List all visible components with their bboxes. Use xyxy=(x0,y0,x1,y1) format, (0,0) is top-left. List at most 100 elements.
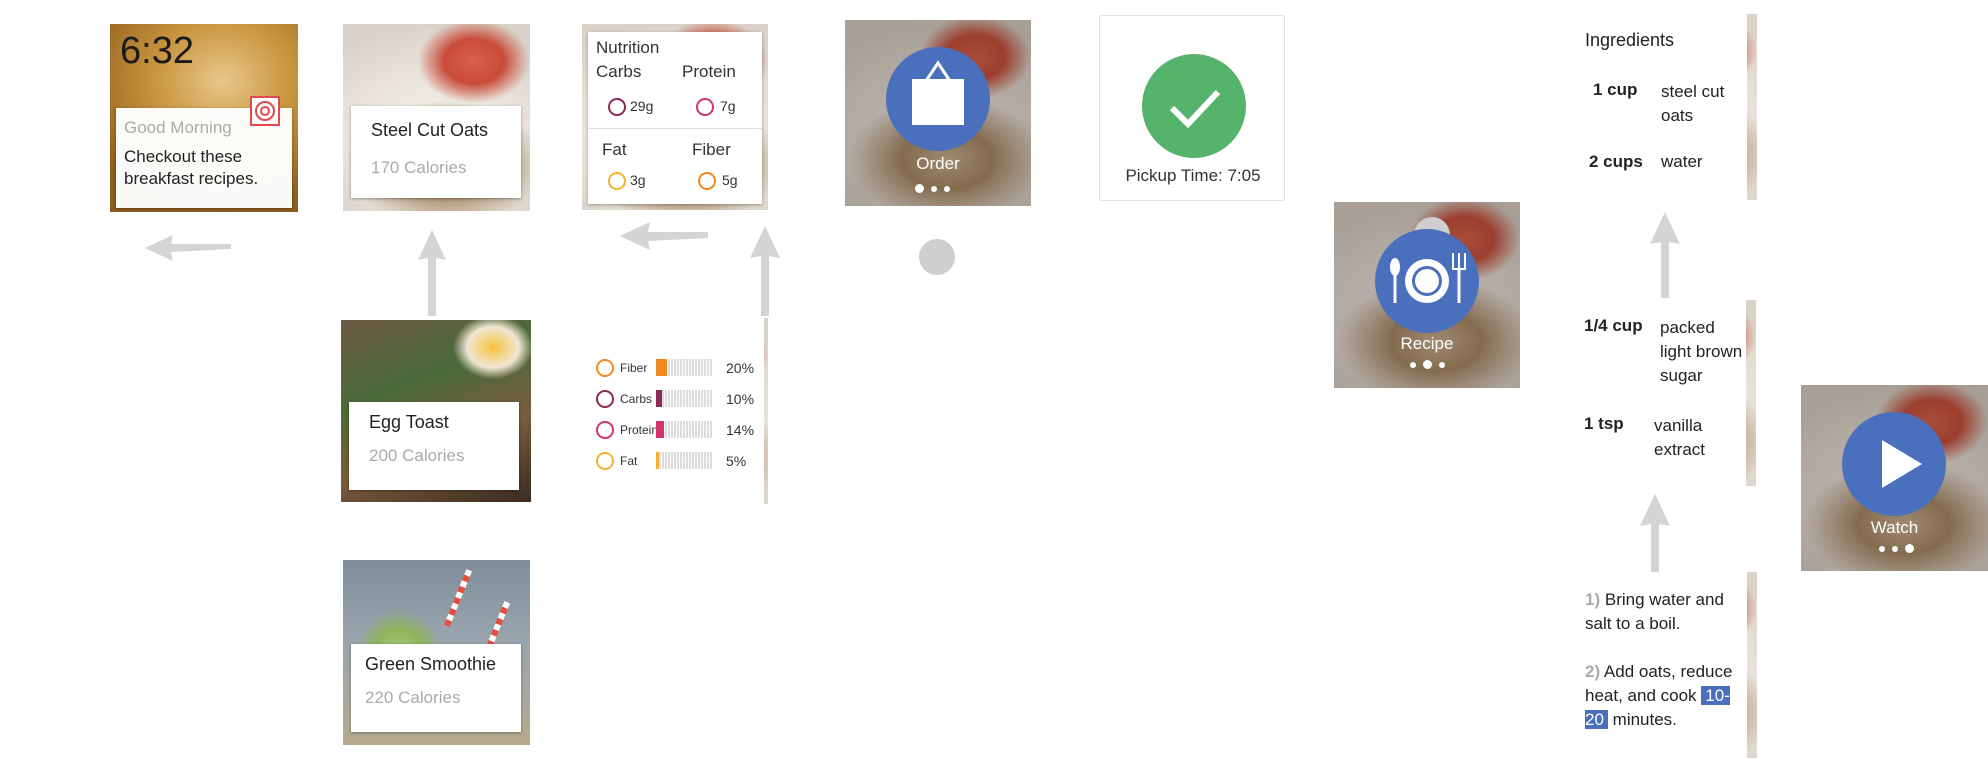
ingredients-title: Ingredients xyxy=(1585,30,1675,50)
recipe-action-screen[interactable]: Recipe xyxy=(1334,202,1520,388)
nutrition-card: Nutrition Carbs Protein 29g 7g Fat Fiber… xyxy=(588,32,762,204)
recipe-calories: 220 Calories xyxy=(365,688,461,707)
watch-button[interactable] xyxy=(1842,412,1946,516)
ingredients-card: Ingredients 1 cup steel cut oats 2 cups … xyxy=(1571,14,1747,200)
daily-value-bar xyxy=(656,390,712,408)
ingredient-name: water xyxy=(1661,152,1703,171)
fiber-label: Fiber xyxy=(692,140,731,159)
carbs-label: Carbs xyxy=(596,62,642,81)
ingredient-name: steel cut oats xyxy=(1661,82,1725,125)
daily-value-label: Carbs xyxy=(620,392,653,406)
arrow-up-icon xyxy=(750,226,780,316)
recipe-name: Steel Cut Oats xyxy=(371,120,489,140)
recipe-info-card: Egg Toast 200 Calories xyxy=(349,402,519,490)
recipe-card-green-smoothie[interactable]: Green Smoothie 220 Calories xyxy=(343,560,530,745)
watch-screen[interactable]: Watch xyxy=(1801,385,1988,571)
clock-time: 6:32 xyxy=(120,30,194,72)
daily-value-label: Fiber xyxy=(620,361,648,375)
step-number: 1) xyxy=(1585,590,1601,609)
notification-message: Checkout these breakfast recipes. xyxy=(124,147,259,188)
ingredient-name: vanilla extract xyxy=(1654,416,1706,459)
fat-label: Fat xyxy=(602,140,627,159)
arrow-left-icon xyxy=(620,222,708,250)
recipe-card-oats[interactable]: Steel Cut Oats 170 Calories xyxy=(343,24,530,211)
recipe-calories: 200 Calories xyxy=(369,446,465,465)
ingredients-card: 1/4 cup packed light brown sugar 1 tsp v… xyxy=(1570,300,1746,486)
home-screen[interactable]: 6:32 Good Morning Checkout these breakfa… xyxy=(110,24,298,212)
protein-label: Protein xyxy=(682,62,736,81)
tap-indicator xyxy=(919,239,955,275)
step-2: 2) Add oats, reduce heat, and cook 10-20… xyxy=(1585,660,1745,732)
page-indicator xyxy=(915,184,950,193)
ingredient-qty: 1 cup xyxy=(1593,80,1638,99)
arrow-up-icon xyxy=(418,230,446,316)
daily-value-bar-fill xyxy=(656,359,667,377)
fat-value: 3g xyxy=(630,172,646,188)
daily-value-row: Carbs 10% xyxy=(596,389,760,409)
step-number: 2) xyxy=(1585,662,1601,681)
fat-icon xyxy=(596,452,614,470)
step-text: Bring water and salt to a boil. xyxy=(1585,590,1724,633)
shopping-bag-icon xyxy=(912,60,964,125)
protein-icon xyxy=(696,98,714,116)
play-icon xyxy=(1882,440,1922,488)
step-1: 1) Bring water and salt to a boil. xyxy=(1585,588,1743,636)
carbs-value: 29g xyxy=(630,98,654,114)
daily-value-percent: 20% xyxy=(726,360,755,376)
divider xyxy=(588,128,762,129)
daily-value-bar-fill xyxy=(656,390,662,408)
recipe-name: Egg Toast xyxy=(369,412,449,432)
ingredient-qty: 2 cups xyxy=(1589,152,1643,171)
arrow-up-icon xyxy=(1640,494,1670,580)
daily-value-row: Fiber 20% xyxy=(596,358,760,378)
carbs-icon xyxy=(608,98,626,116)
order-button[interactable] xyxy=(886,47,990,151)
daily-values-screen[interactable]: Fiber 20% Carbs 10% Protein 14% Fat 5% xyxy=(582,318,768,504)
arrow-up-icon xyxy=(1650,212,1680,298)
protein-value: 7g xyxy=(720,98,736,114)
ingredients-screen-2[interactable]: 1/4 cup packed light brown sugar 1 tsp v… xyxy=(1570,300,1756,486)
step-text: minutes. xyxy=(1612,710,1677,729)
daily-value-bar-fill xyxy=(656,452,659,470)
daily-value-bar-fill xyxy=(656,421,664,439)
ingredient-qty: 1 tsp xyxy=(1584,414,1624,433)
pickup-time-text: Pickup Time: 7:05 xyxy=(1125,166,1261,185)
page-indicator xyxy=(1410,360,1445,369)
daily-value-label: Protein xyxy=(620,423,659,437)
ingredients-screen-1[interactable]: Ingredients 1 cup steel cut oats 2 cups … xyxy=(1571,14,1757,200)
recipe-button[interactable] xyxy=(1375,229,1479,333)
recipe-name: Green Smoothie xyxy=(365,654,497,674)
daily-value-row: Fat 5% xyxy=(596,451,760,471)
recipe-label: Recipe xyxy=(1400,334,1454,353)
recipe-info-card: Green Smoothie 220 Calories xyxy=(351,644,521,732)
daily-values-card: Fiber 20% Carbs 10% Protein 14% Fat 5% xyxy=(582,318,764,504)
steps-card: 1) Bring water and salt to a boil. 2) Ad… xyxy=(1571,572,1747,758)
ingredient-name: packed light brown sugar xyxy=(1660,318,1743,385)
watch-label: Watch xyxy=(1870,518,1919,537)
recipe-card-egg-toast[interactable]: Egg Toast 200 Calories xyxy=(341,320,531,502)
daily-value-percent: 5% xyxy=(726,453,747,469)
greeting-text: Good Morning xyxy=(124,118,232,137)
nutrition-title: Nutrition xyxy=(596,38,660,57)
daily-value-bar xyxy=(656,452,712,470)
pickup-confirmation-screen: Pickup Time: 7:05 xyxy=(1099,15,1285,201)
fiber-icon xyxy=(698,172,716,190)
daily-value-label: Fat xyxy=(620,454,638,468)
daily-value-percent: 14% xyxy=(726,422,755,438)
daily-value-bar xyxy=(656,359,712,377)
daily-value-row: Protein 14% xyxy=(596,420,760,440)
order-screen[interactable]: Order xyxy=(845,20,1031,206)
daily-value-percent: 10% xyxy=(726,391,755,407)
recipe-calories: 170 Calories xyxy=(371,158,467,177)
carbs-icon xyxy=(596,390,614,408)
fiber-value: 5g xyxy=(722,172,738,188)
daily-value-bar xyxy=(656,421,712,439)
arrow-left-icon xyxy=(145,235,231,261)
nutrition-screen[interactable]: Nutrition Carbs Protein 29g 7g Fat Fiber… xyxy=(582,24,768,210)
page-indicator xyxy=(1879,544,1914,553)
target-icon xyxy=(250,96,280,126)
protein-icon xyxy=(596,421,614,439)
recipe-info-card: Steel Cut Oats 170 Calories xyxy=(351,106,521,198)
steps-screen[interactable]: 1) Bring water and salt to a boil. 2) Ad… xyxy=(1571,572,1757,758)
check-icon xyxy=(1142,54,1246,158)
